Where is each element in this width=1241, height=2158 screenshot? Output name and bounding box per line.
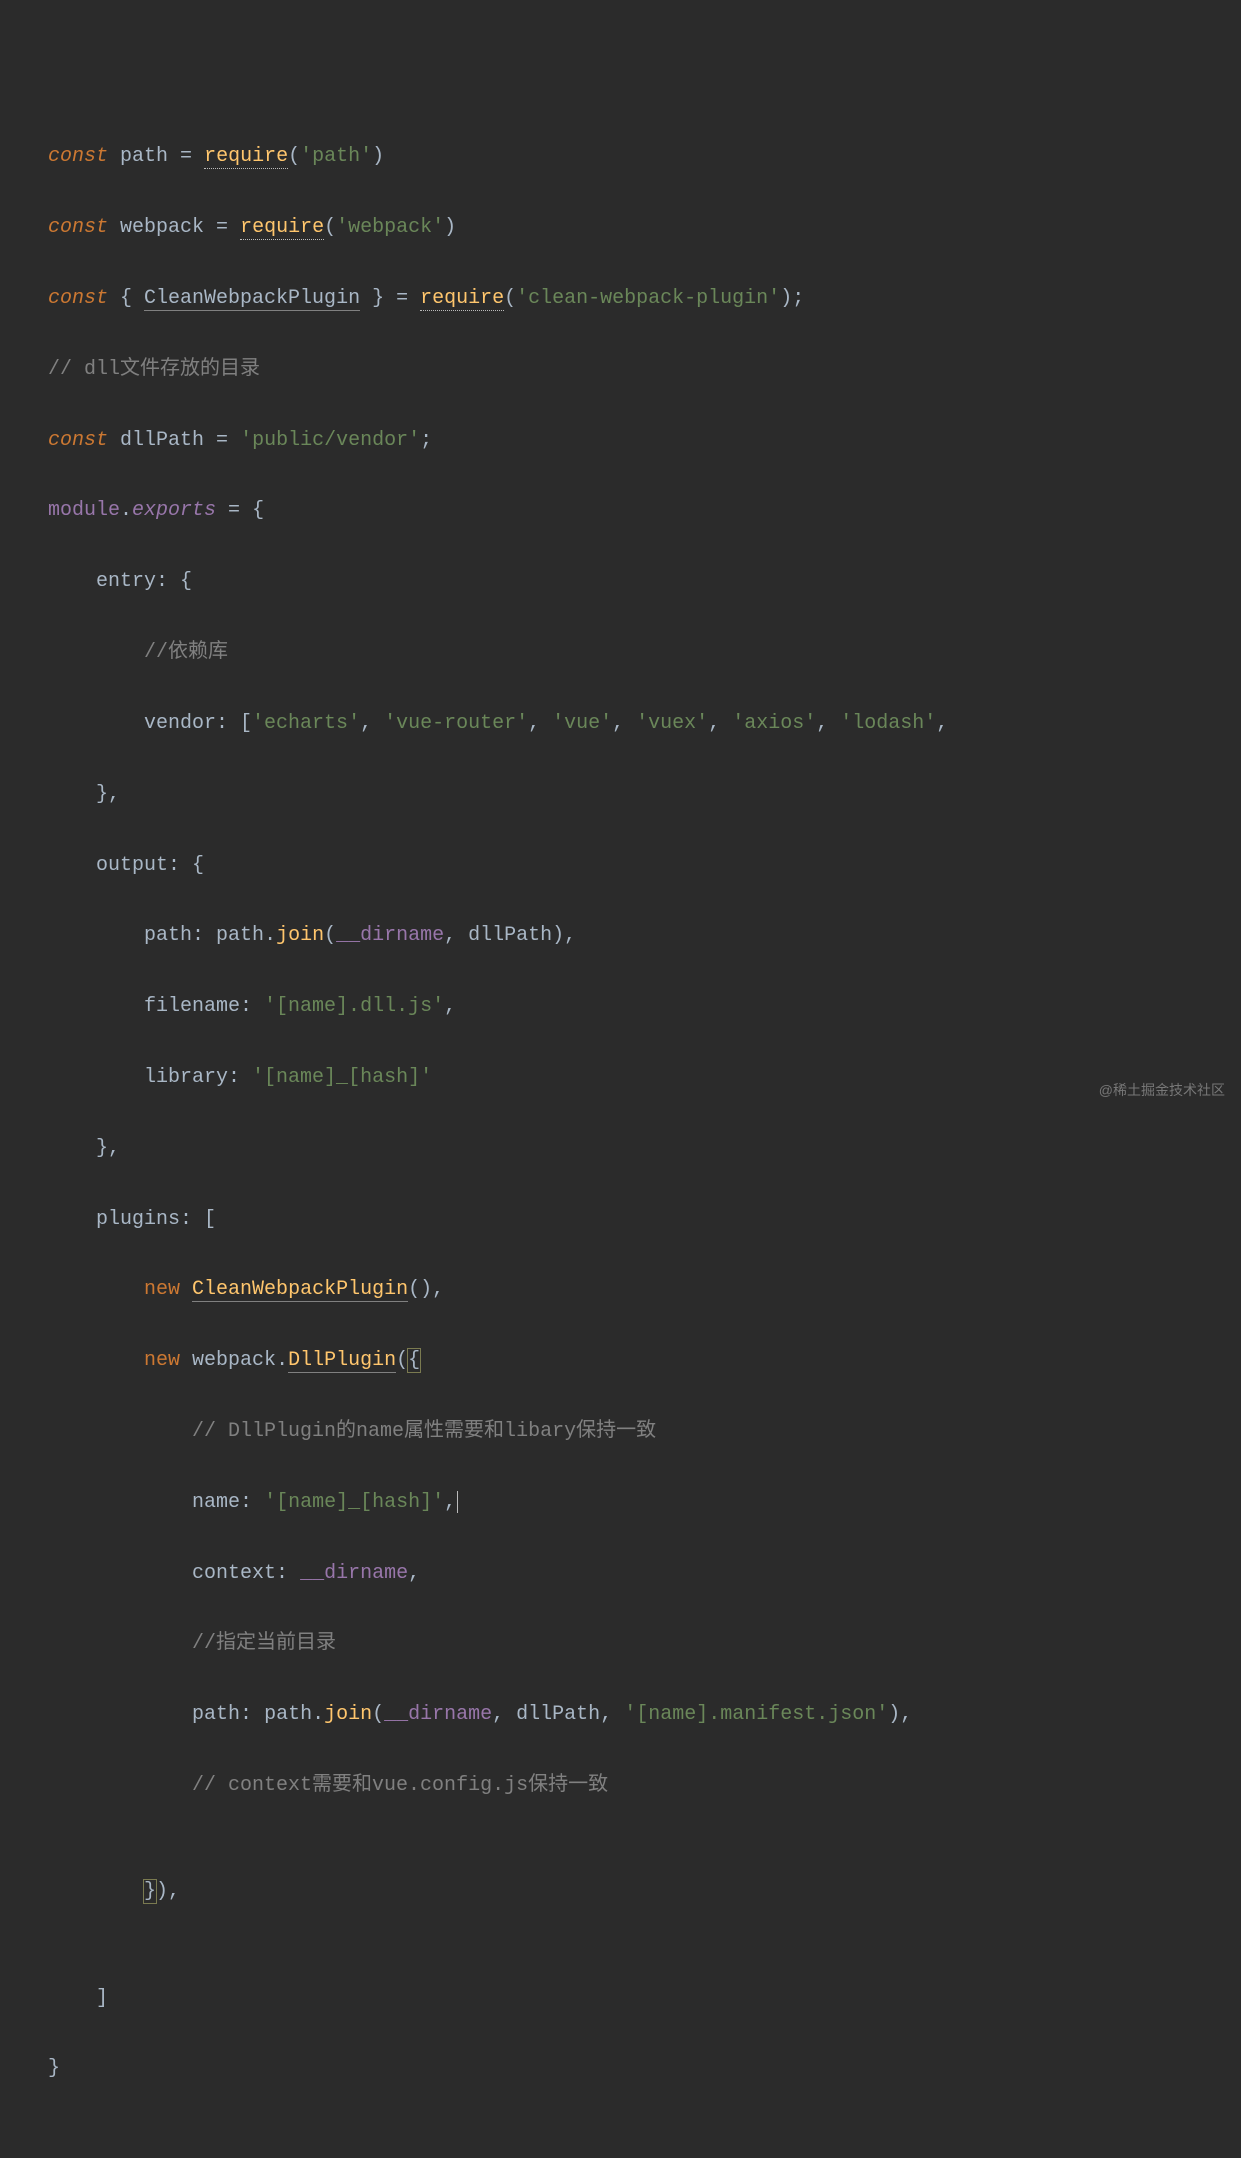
code-line: filename: '[name].dll.js',: [48, 989, 960, 1024]
code-line: context: __dirname,: [48, 1556, 960, 1591]
code-line: plugins: [: [48, 1202, 960, 1237]
code-line: }: [48, 2051, 960, 2086]
code-area[interactable]: const path = require('path') const webpa…: [28, 92, 960, 1206]
code-line: // dll文件存放的目录: [48, 352, 960, 387]
code-line: const { CleanWebpackPlugin } = require('…: [48, 281, 960, 316]
code-line: library: '[name]_[hash]': [48, 1060, 960, 1095]
code-line: const dllPath = 'public/vendor';: [48, 423, 960, 458]
code-line: vendor: ['echarts', 'vue-router', 'vue',…: [48, 706, 960, 741]
code-line: path: path.join(__dirname, dllPath, '[na…: [48, 1697, 960, 1732]
code-line: module.exports = {: [48, 493, 960, 528]
code-line: ]: [48, 1981, 960, 2016]
text-cursor: [457, 1491, 458, 1513]
code-line: new CleanWebpackPlugin(),: [48, 1272, 960, 1307]
code-line: name: '[name]_[hash]',: [48, 1485, 960, 1520]
code-line: output: {: [48, 848, 960, 883]
code-line: // context需要和vue.config.js保持一致: [48, 1768, 960, 1803]
watermark-text: @稀土掘金技术社区: [1099, 1080, 1225, 1100]
code-line: const path = require('path'): [48, 139, 960, 174]
code-line: //指定当前目录: [48, 1626, 960, 1661]
code-line: },: [48, 1131, 960, 1166]
code-line: entry: {: [48, 564, 960, 599]
code-line: //依赖库: [48, 635, 960, 670]
code-line: new webpack.DllPlugin({: [48, 1343, 960, 1378]
code-line: const webpack = require('webpack'): [48, 210, 960, 245]
code-line: // DllPlugin的name属性需要和libary保持一致: [48, 1414, 960, 1449]
line-number-gutter: [0, 92, 28, 1206]
code-line: },: [48, 777, 960, 812]
code-editor: const path = require('path') const webpa…: [0, 92, 1241, 1206]
code-line: }),: [48, 1874, 960, 1909]
code-line: path: path.join(__dirname, dllPath),: [48, 918, 960, 953]
